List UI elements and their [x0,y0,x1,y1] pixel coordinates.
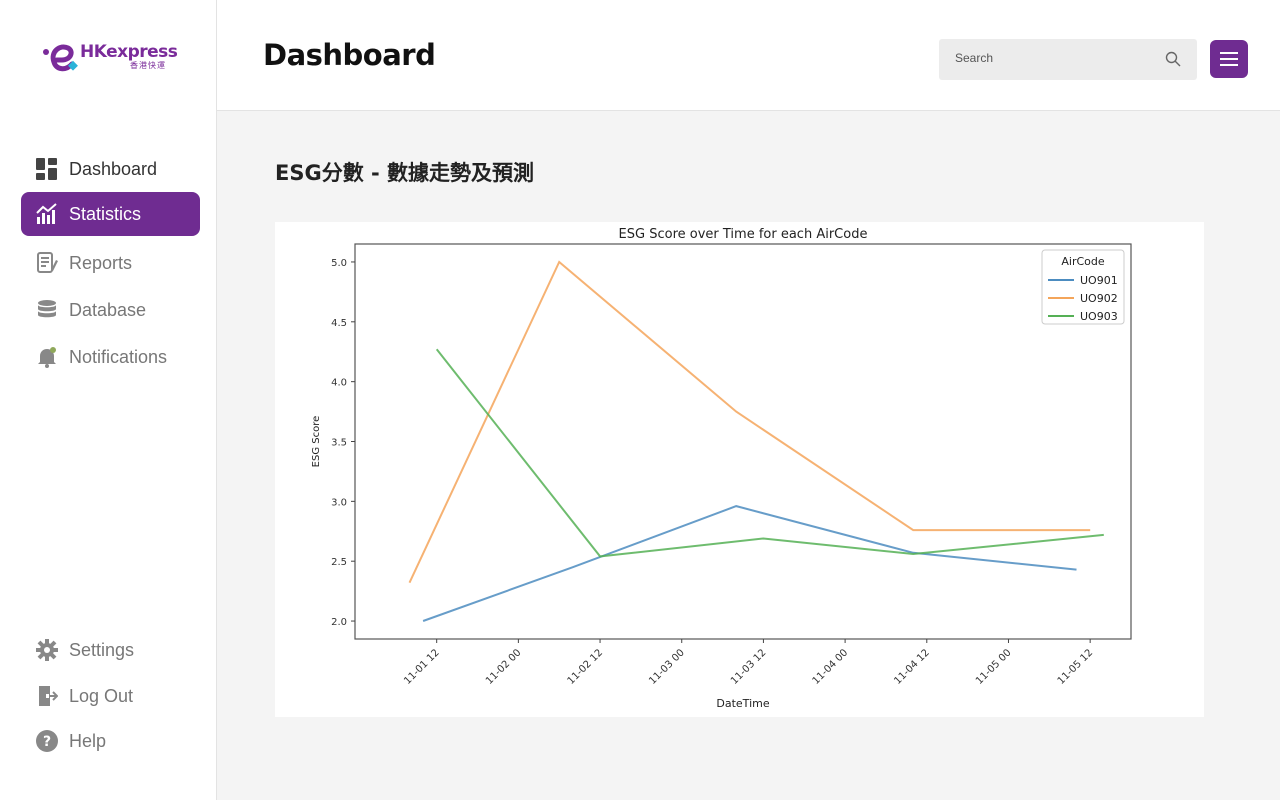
legend-entry: UO903 [1080,310,1118,323]
series-line-uo901 [422,505,1077,622]
sidebar-item-label: Help [69,730,107,751]
sidebar-item-dashboard[interactable]: Dashboard [21,147,200,191]
sidebar-item-help[interactable]: ? Help [21,719,200,763]
chart-card: ESG Score over Time for each AirCode 2.0 2… [275,222,1204,717]
sidebar-item-logout[interactable]: Log Out [21,674,200,718]
logo[interactable]: HKexpress 香港快運 [40,38,178,74]
x-tick-label: 11-03 00 [647,647,687,687]
y-tick-label: 4.0 [331,378,347,389]
x-tick-label: 11-03 12 [729,647,769,687]
x-tick-label: 11-02 12 [566,647,606,687]
sidebar-item-label: Statistics [69,203,142,224]
sidebar-item-database[interactable]: Database [21,288,200,332]
sidebar-item-notifications[interactable]: Notifications [21,335,200,379]
chart-title: ESG Score over Time for each AirCode [619,227,868,242]
sidebar-item-label: Reports [69,252,133,273]
search-icon[interactable] [1165,51,1181,72]
x-tick-label: 11-05 12 [1056,647,1096,687]
y-tick-label: 3.0 [331,497,347,508]
y-axis-label: ESG Score [311,416,322,468]
logo-subtext: 香港快運 [130,61,166,70]
sidebar-item-label: Settings [69,639,135,660]
sidebar-item-label: Notifications [69,346,168,367]
y-tick-label: 4.5 [331,318,347,329]
esg-line-chart: ESG Score over Time for each AirCode 2.0 2… [311,227,1132,710]
legend-entry: UO902 [1080,292,1118,305]
logo-text: HKexpress [80,42,178,62]
gear-icon [36,639,58,661]
legend-title: AirCode [1061,255,1104,268]
dashboard-icon [36,158,58,180]
sidebar-item-reports[interactable]: Reports [21,241,200,285]
sidebar-item-statistics[interactable]: Statistics [21,192,200,236]
header: Dashboard [217,0,1280,111]
hamburger-icon [1220,52,1238,66]
x-tick-label: 11-01 12 [402,647,442,687]
plot-frame [354,243,1132,640]
menu-button[interactable] [1210,40,1248,78]
series-line-uo902 [408,260,1091,584]
sidebar: HKexpress 香港快運 Dashboard Statistics Repo… [0,0,217,800]
y-tick-label: 2.0 [331,617,347,628]
database-icon [36,299,58,321]
section-title: ESG分數 - 數據走勢及預測 [275,161,535,185]
y-tick-label: 3.5 [331,438,347,449]
sidebar-item-label: Log Out [69,685,134,706]
svg-text:?: ? [43,734,51,750]
reports-icon [36,252,58,274]
search-box[interactable] [939,39,1197,80]
x-tick-label: 11-04 00 [811,647,851,687]
notifications-icon [36,346,58,368]
help-icon: ? [36,730,58,752]
sidebar-item-label: Database [69,299,147,320]
logout-icon [36,685,58,707]
logo-mark-icon [43,44,78,72]
legend-entry: UO901 [1080,274,1118,287]
x-tick-label: 11-05 00 [974,647,1014,687]
search-input[interactable] [953,50,1157,66]
statistics-icon [36,203,58,225]
page-title: Dashboard [263,38,436,72]
x-tick-label: 11-04 12 [892,647,932,687]
sidebar-item-settings[interactable]: Settings [21,628,200,672]
y-tick-label: 5.0 [331,258,347,269]
sidebar-item-label: Dashboard [69,158,158,179]
x-axis-label: DateTime [716,697,769,710]
x-tick-label: 11-02 00 [484,647,524,687]
y-tick-label: 2.5 [331,557,347,568]
series-line-uo903 [435,348,1104,558]
